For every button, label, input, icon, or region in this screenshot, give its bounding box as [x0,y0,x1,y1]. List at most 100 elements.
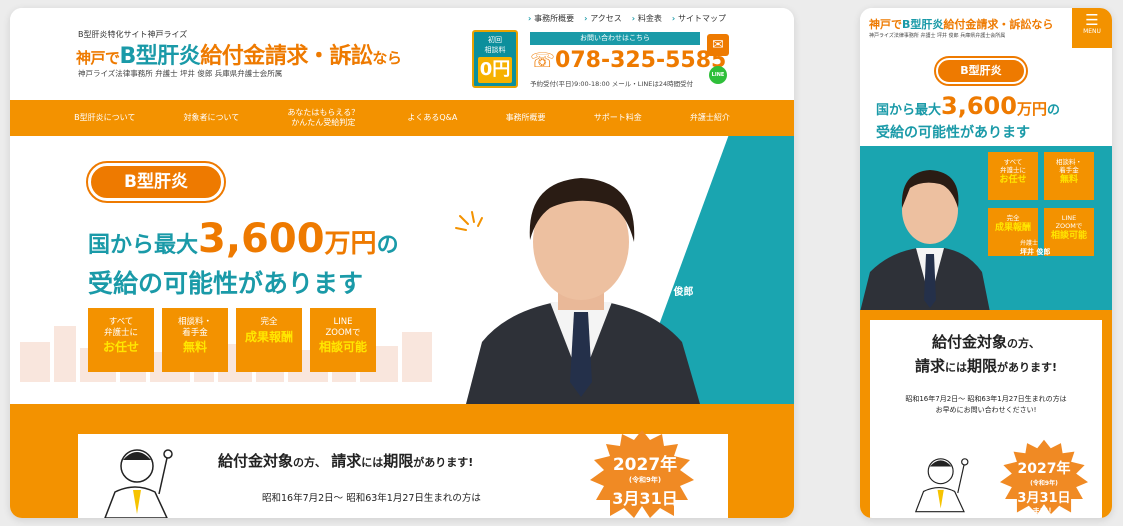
lawyer-name: 坪井 俊郎 [650,286,694,298]
mobile-lawyer-photo [860,170,990,310]
man-illustration [104,449,173,518]
m-nt-a: 給付金対象 [931,333,1007,351]
m-logo-e: なら [1031,18,1054,31]
hl1-num: 3,600 [198,216,325,262]
hepb-badge: B型肝炎 [86,161,226,203]
hero-headline-1: 国から最大3,600万円の [88,216,399,262]
m-feature-em: 無料 [1059,175,1078,186]
m-feature-top: LINE ZOOMで [1055,214,1083,231]
feature-top: すべて 弁護士に [103,317,138,338]
logo-text-e: なら [372,49,402,67]
feature-free-consult: 相談料・ 着手金無料 [162,308,228,372]
hl1-c: の [376,233,399,258]
nt-b: の方、 [293,456,327,469]
m-logo-b: B型肝炎 [902,18,944,31]
hero-section: B型肝炎 国から最大3,600万円の 受給の可能性があります すべて 弁護士にお… [10,136,794,404]
hamburger-menu-button[interactable]: ☰ MENU [1072,8,1112,48]
m-nt-f: があります! [997,361,1058,374]
m-nt-b: の方、 [1007,337,1040,350]
toplink-access[interactable]: アクセス [584,13,622,24]
m-hl1-b: 万円 [1016,100,1047,118]
m-nt-c: 請求 [914,357,945,375]
nt-e: 期限 [383,452,414,470]
city-skyline-image [20,322,432,382]
deadline-era: (令和9年) [628,476,662,484]
feature-contingency: 完全 成果報酬 [236,308,302,372]
m-feature-online: LINE ZOOMで 相談可能 [1044,208,1094,256]
feature-all-lawyer: すべて 弁護士にお任せ [88,308,154,372]
business-hours: 予約受付(平日)9:00-18:00 メール・LINEは24時間受付 [530,80,694,88]
mobile-preview: 神戸でB型肝炎給付金請求・訴訟なら 神戸ライズ法律事務所 弁護士 坪井 俊郎 兵… [860,8,1112,518]
logo-text-b: B型肝炎 [119,44,201,69]
nav-item-office[interactable]: 事務所概要 [506,113,546,123]
nt-d: には [361,456,384,469]
nt-a: 給付金対象 [218,452,294,470]
nav-item-fees[interactable]: サポート料金 [594,113,642,123]
mobile-deadline-text: 2027年 (令和9年) 3月31日 まで！ [1006,458,1082,517]
site-header: B型肝炎特化サイト神戸ライズ 神戸でB型肝炎給付金請求・訴訟なら 神戸ライズ法律… [10,8,794,100]
feature-top: 相談料・ 着手金 [177,317,212,338]
m-feature-top: 完全 [1006,214,1020,222]
m-nt-e: 期限 [966,357,997,375]
m-lawyer-role: 弁護士 [1020,240,1039,247]
deadline-year: 2027年 [612,455,678,475]
feature-em: 無料 [182,340,207,355]
toplink-office[interactable]: 事務所概要 [528,13,574,24]
hl1-b: 万円 [324,229,377,259]
deadline-text: 2027年 (令和9年) 3月31日 [600,450,690,509]
feature-em: 成果報酬 [244,329,293,344]
m-feature-free-consult: 相談料・ 着手金 無料 [1044,152,1094,200]
phone-text: 078-325-5585 [555,48,727,73]
free-zero: 0円 [478,57,512,83]
free-label-1: 初回 [488,36,502,44]
mobile-notice-title: 給付金対象の方、請求には期限があります! [860,330,1112,378]
toplink-sitemap[interactable]: サイトマップ [672,13,726,24]
m-feature-em: 成果報酬 [994,223,1031,234]
nav-item-quick-check[interactable]: あなたはもらえる？ かんたん受給判定 [287,108,359,129]
line-icon[interactable]: LINE [709,66,727,84]
mobile-logo[interactable]: 神戸でB型肝炎給付金請求・訴訟なら [869,16,1053,32]
mobile-hepb-badge: B型肝炎 [934,56,1028,86]
notice-title: 給付金対象の方、 請求には期限があります! [218,450,473,471]
main-nav: B型肝炎について 対象者について あなたはもらえる？ かんたん受給判定 よくある… [10,100,794,136]
mobile-headline-1: 国から最大3,600万円の [876,92,1060,120]
m-deadline-date: 3月31日 [1017,491,1071,506]
hero-headline-2: 受給の可能性があります [88,269,364,298]
mail-icon[interactable]: ✉ [707,34,729,56]
m-hl1-num: 3,600 [941,92,1017,120]
m-feature-top: すべて 弁護士に [1000,158,1026,175]
nav-item-about-hepb[interactable]: B型肝炎について [74,113,135,123]
mobile-notice-subtext: 昭和16年7月2日〜 昭和63年1月27日生まれの方は お早めにお問い合わせくだ… [905,395,1067,415]
nt-c: 請求 [331,452,362,470]
logo-text-a: 神戸で [76,49,120,67]
nt-f: があります! [413,456,474,469]
mobile-headline-2: 受給の可能性があります [876,125,1030,141]
logo-text-d: 請求・訴訟 [264,44,373,69]
m-deadline-era: (令和9年) [1030,480,1058,487]
hl1-a: 国から最大 [88,233,199,258]
hamburger-icon: ☰ [1085,11,1099,29]
site-logo[interactable]: 神戸でB型肝炎給付金請求・訴訟なら [76,38,402,70]
m-logo-c: 給付金 [943,18,977,31]
top-links: 事務所概要 アクセス 料金表 サイトマップ [528,13,726,24]
nav-item-eligibility[interactable]: 対象者について [184,113,240,123]
m-feature-top: 相談料・ 着手金 [1056,158,1082,175]
mobile-hero: B型肝炎 国から最大3,600万円の 受給の可能性があります すべて 弁護士にお… [860,48,1112,310]
notice-subtext: 昭和16年7月2日〜 昭和63年1月27日生まれの方は [262,493,481,504]
lawyer-label: 弁護士 坪井 俊郎 [650,276,693,300]
mobile-lawyer-label: 弁護士 坪井 俊郎 [1020,240,1050,258]
toplink-fees[interactable]: 料金表 [632,13,662,24]
m-logo-a: 神戸で [869,18,902,31]
phone-icon: ☏ [530,48,556,72]
feature-em: お任せ [102,340,139,355]
m-feature-all-lawyer: すべて 弁護士に お任せ [988,152,1038,200]
m-feature-em: 相談可能 [1050,231,1087,242]
nav-item-lawyer[interactable]: 弁護士紹介 [690,113,730,123]
m-hl1-c: の [1046,103,1060,118]
mobile-office-info: 神戸ライズ法律事務所 弁護士 坪井 俊郎 兵庫県弁護士会所属 [869,33,1006,39]
phone-number[interactable]: ☏078-325-5585 [530,48,726,73]
m-deadline-year: 2027年 [1017,461,1071,477]
m-nt-d: には [944,361,967,374]
nav-item-faq[interactable]: よくあるQ&A [407,113,457,123]
menu-label: MENU [1083,28,1101,35]
